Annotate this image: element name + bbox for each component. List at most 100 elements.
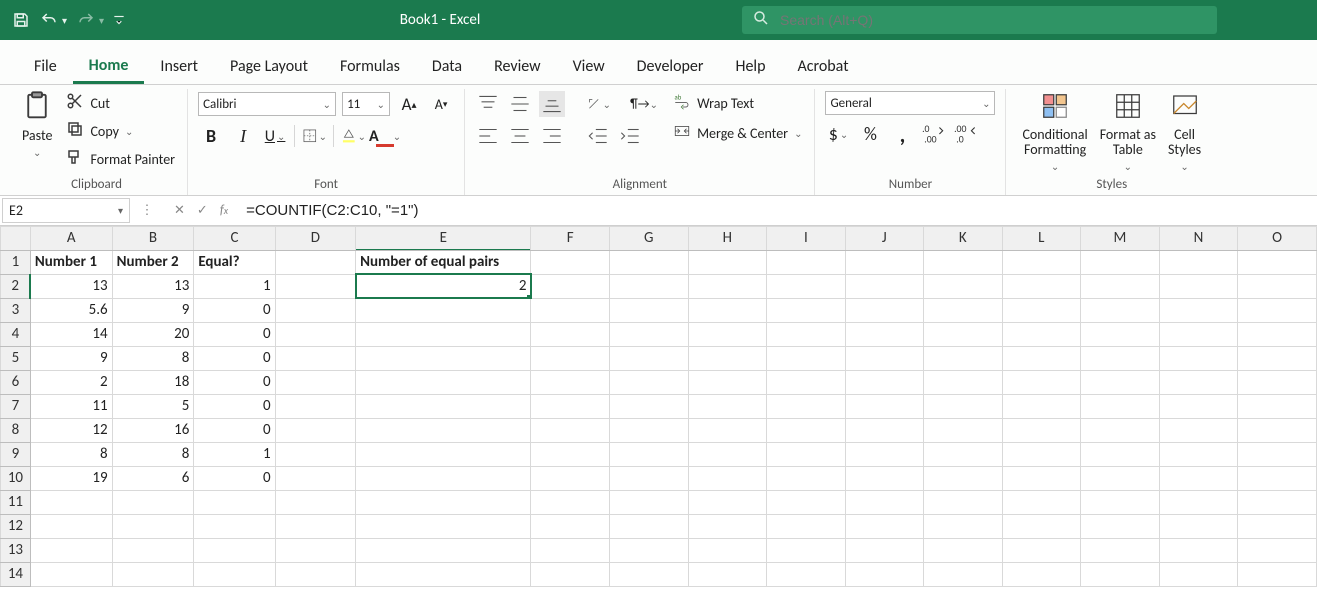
cell-N6[interactable] <box>1159 370 1238 394</box>
cell-G4[interactable] <box>609 322 688 346</box>
cell-A7[interactable]: 11 <box>30 394 112 418</box>
redo-icon[interactable]: ▾ <box>75 11 104 29</box>
cell-G5[interactable] <box>609 346 688 370</box>
comma-format-icon[interactable]: , <box>889 121 915 147</box>
cell-E13[interactable] <box>356 538 531 562</box>
tab-help[interactable]: Help <box>719 47 781 84</box>
cell-I11[interactable] <box>767 490 845 514</box>
cell-F12[interactable] <box>531 514 610 538</box>
cell-J8[interactable] <box>845 418 923 442</box>
number-format-select[interactable]: General⌄ <box>825 91 995 115</box>
row-header-10[interactable]: 10 <box>1 466 31 490</box>
cell-E7[interactable] <box>356 394 531 418</box>
cell-L13[interactable] <box>1002 538 1081 562</box>
cell-F7[interactable] <box>531 394 610 418</box>
cell-E3[interactable] <box>356 298 531 322</box>
cell-I7[interactable] <box>767 394 845 418</box>
cell-M9[interactable] <box>1081 442 1160 466</box>
cell-A11[interactable] <box>30 490 112 514</box>
cell-O13[interactable] <box>1238 538 1317 562</box>
cell-styles-button[interactable]: CellStyles⌄ <box>1162 91 1207 173</box>
cell-J11[interactable] <box>845 490 923 514</box>
increase-decimal-icon[interactable]: .0.00 <box>921 121 947 147</box>
cell-K3[interactable] <box>924 298 1003 322</box>
cell-O8[interactable] <box>1238 418 1317 442</box>
formula-input[interactable] <box>240 196 1317 225</box>
tab-insert[interactable]: Insert <box>144 47 214 84</box>
search-input[interactable] <box>780 12 1207 28</box>
accounting-format-icon[interactable]: $⌄ <box>825 121 851 147</box>
cell-N11[interactable] <box>1159 490 1238 514</box>
cell-N13[interactable] <box>1159 538 1238 562</box>
cell-G8[interactable] <box>609 418 688 442</box>
row-header-9[interactable]: 9 <box>1 442 31 466</box>
cell-E9[interactable] <box>356 442 531 466</box>
cell-N14[interactable] <box>1159 562 1238 586</box>
decrease-decimal-icon[interactable]: .00.0 <box>953 121 979 147</box>
cell-A8[interactable]: 12 <box>30 418 112 442</box>
cell-L12[interactable] <box>1002 514 1081 538</box>
cell-G10[interactable] <box>609 466 688 490</box>
format-painter-button[interactable]: Format Painter <box>64 147 177 171</box>
font-name-select[interactable]: Calibri⌄ <box>198 92 336 116</box>
undo-icon[interactable]: ▾ <box>38 11 67 29</box>
tab-view[interactable]: View <box>557 47 621 84</box>
cell-O12[interactable] <box>1238 514 1317 538</box>
cell-A12[interactable] <box>30 514 112 538</box>
merge-center-button[interactable]: Merge & Center ⌄ <box>671 121 804 145</box>
cell-G14[interactable] <box>609 562 688 586</box>
cell-M10[interactable] <box>1081 466 1160 490</box>
cell-F9[interactable] <box>531 442 610 466</box>
cell-L9[interactable] <box>1002 442 1081 466</box>
cut-button[interactable]: Cut <box>64 91 177 115</box>
borders-button[interactable]: ⌄ <box>301 123 327 149</box>
cell-C10[interactable]: 0 <box>194 466 275 490</box>
cell-J5[interactable] <box>845 346 923 370</box>
cell-H14[interactable] <box>688 562 767 586</box>
cell-L8[interactable] <box>1002 418 1081 442</box>
cell-M1[interactable] <box>1081 250 1160 274</box>
cell-B4[interactable]: 20 <box>112 322 194 346</box>
align-bottom-icon[interactable] <box>539 91 565 117</box>
col-header-J[interactable]: J <box>845 226 923 250</box>
cell-H2[interactable] <box>688 274 767 298</box>
cancel-icon[interactable]: ✕ <box>174 203 185 218</box>
row-header-4[interactable]: 4 <box>1 322 31 346</box>
cell-E4[interactable] <box>356 322 531 346</box>
format-as-table-button[interactable]: Format asTable⌄ <box>1094 91 1162 173</box>
cell-E6[interactable] <box>356 370 531 394</box>
cell-J9[interactable] <box>845 442 923 466</box>
col-header-I[interactable]: I <box>767 226 845 250</box>
cell-B7[interactable]: 5 <box>112 394 194 418</box>
cell-C1[interactable]: Equal? <box>194 250 275 274</box>
cell-I6[interactable] <box>767 370 845 394</box>
cell-M3[interactable] <box>1081 298 1160 322</box>
cell-N3[interactable] <box>1159 298 1238 322</box>
enter-icon[interactable]: ✓ <box>197 203 208 218</box>
tab-developer[interactable]: Developer <box>621 47 720 84</box>
cell-D14[interactable] <box>275 562 356 586</box>
cell-K5[interactable] <box>924 346 1003 370</box>
increase-indent-icon[interactable] <box>617 123 643 149</box>
cell-H7[interactable] <box>688 394 767 418</box>
cell-I14[interactable] <box>767 562 845 586</box>
cell-M13[interactable] <box>1081 538 1160 562</box>
cell-B2[interactable]: 13 <box>112 274 194 298</box>
cell-M14[interactable] <box>1081 562 1160 586</box>
paste-button[interactable]: Paste ⌄ <box>16 91 58 159</box>
cell-K14[interactable] <box>924 562 1003 586</box>
cell-F13[interactable] <box>531 538 610 562</box>
cell-B5[interactable]: 8 <box>112 346 194 370</box>
col-header-C[interactable]: C <box>194 226 275 250</box>
cell-H11[interactable] <box>688 490 767 514</box>
cell-K10[interactable] <box>924 466 1003 490</box>
cell-D12[interactable] <box>275 514 356 538</box>
cell-O3[interactable] <box>1238 298 1317 322</box>
row-header-8[interactable]: 8 <box>1 418 31 442</box>
cell-J3[interactable] <box>845 298 923 322</box>
col-header-M[interactable]: M <box>1081 226 1160 250</box>
cell-A4[interactable]: 14 <box>30 322 112 346</box>
cell-J7[interactable] <box>845 394 923 418</box>
cell-J13[interactable] <box>845 538 923 562</box>
cell-H3[interactable] <box>688 298 767 322</box>
